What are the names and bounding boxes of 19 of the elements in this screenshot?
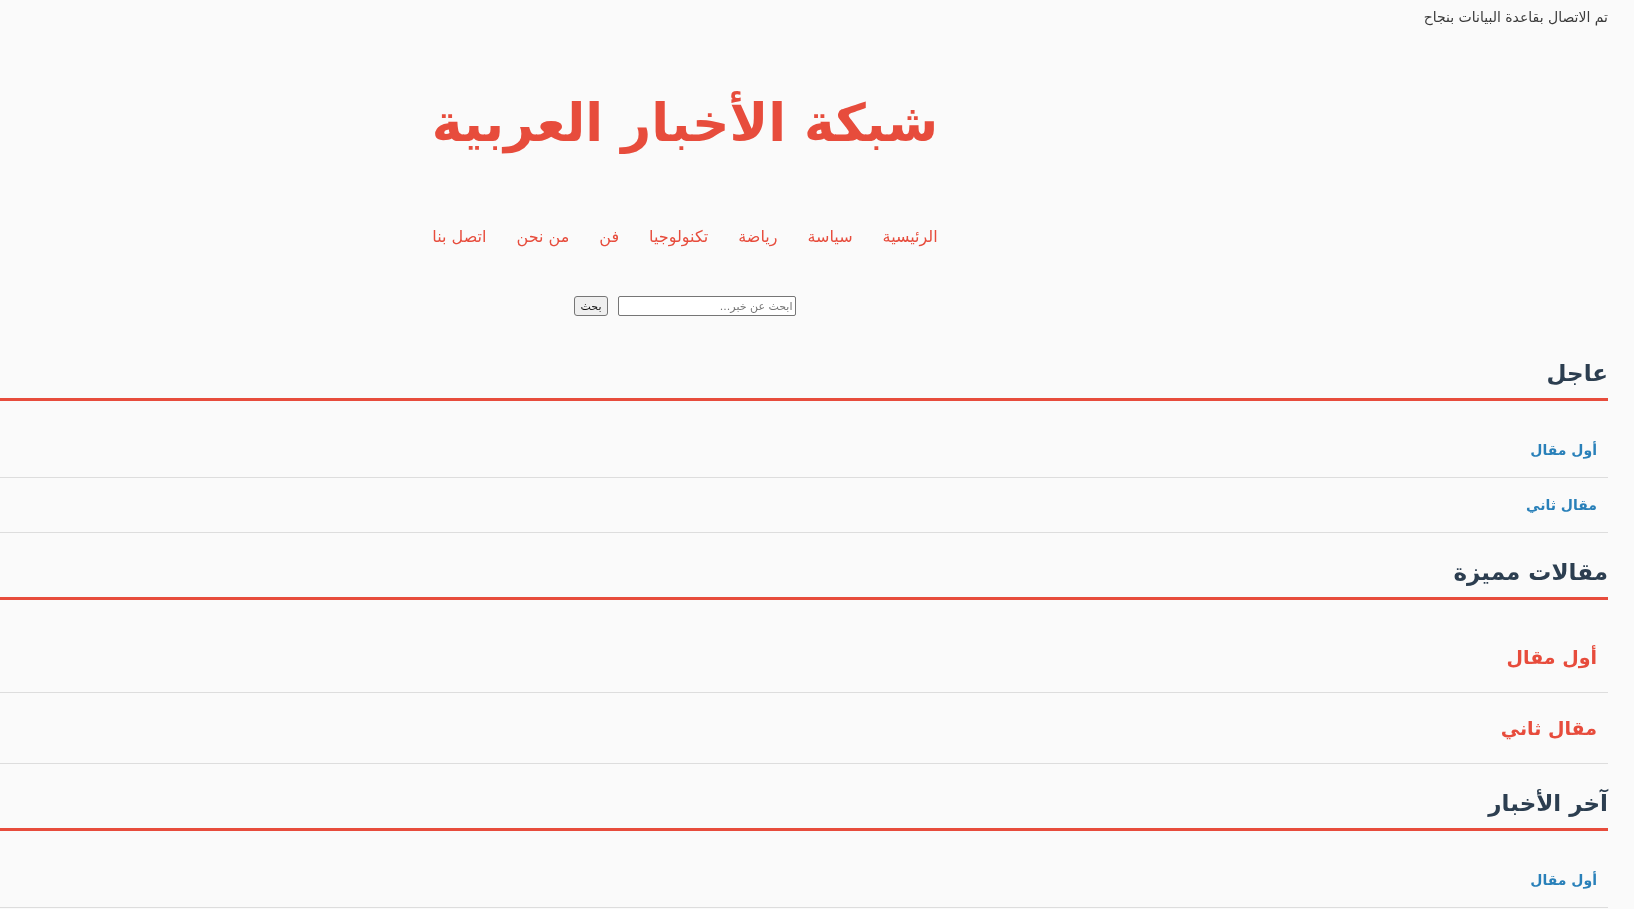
- search-button[interactable]: بحث: [573, 296, 609, 316]
- nav-link[interactable]: تكنولوجيا: [649, 223, 709, 251]
- article-link[interactable]: مقال ثاني: [1526, 494, 1597, 516]
- nav-link[interactable]: رياضة: [738, 223, 778, 251]
- connection-status-message: تم الاتصال بقاعدة البيانات بنجاح: [1423, 8, 1608, 28]
- nav-link[interactable]: الرئيسية: [882, 223, 938, 251]
- article-link[interactable]: أول مقال: [1506, 642, 1597, 672]
- nav-link[interactable]: اتصل بنا: [432, 223, 487, 251]
- article-link[interactable]: أول مقال: [1530, 439, 1597, 461]
- section-heading: مقالات مميزة: [1453, 558, 1608, 588]
- nav-link[interactable]: فن: [599, 223, 620, 251]
- article-link[interactable]: أول مقال: [1530, 869, 1597, 891]
- nav-link[interactable]: من نحن: [516, 223, 570, 251]
- section-heading: عاجل: [1546, 359, 1608, 388]
- site-title: شبكة الأخبار العربية: [431, 90, 939, 156]
- section-heading: آخر الأخبار: [1488, 788, 1608, 819]
- nav-link[interactable]: سياسة: [807, 223, 853, 251]
- search-field[interactable]: ابحث عن خبر...: [618, 296, 797, 316]
- article-link[interactable]: مقال ثاني: [1500, 713, 1597, 743]
